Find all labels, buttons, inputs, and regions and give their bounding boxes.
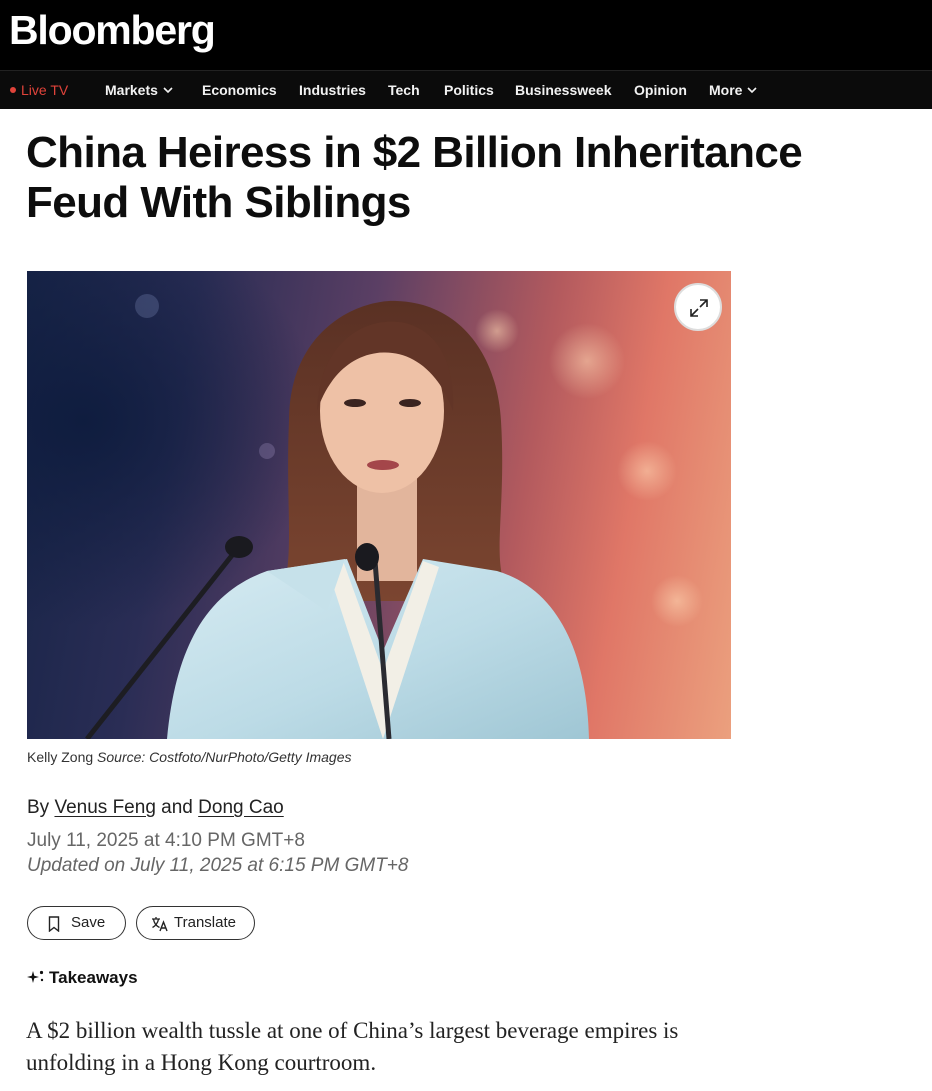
nav-industries[interactable]: Industries <box>299 71 366 110</box>
chevron-down-icon <box>163 87 173 94</box>
published-date: July 11, 2025 at 4:10 PM GMT+8 <box>27 830 305 851</box>
site-header: Bloomberg <box>0 0 932 70</box>
image-caption: Kelly Zong Source: Costfoto/NurPhoto/Get… <box>27 749 352 765</box>
headline-line-2: Feud With Siblings <box>26 178 411 227</box>
nav-politics[interactable]: Politics <box>444 71 494 110</box>
live-dot-icon <box>10 87 16 93</box>
author-link-dong-cao[interactable]: Dong Cao <box>198 797 284 818</box>
translate-button[interactable]: Translate <box>136 906 255 940</box>
expand-image-button[interactable] <box>674 283 722 331</box>
caption-source: Source: Costfoto/NurPhoto/Getty Images <box>97 749 352 765</box>
main-nav: Live TV Markets Economics Industries Tec… <box>0 70 932 109</box>
article-headline: China Heiress in $2 Billion Inheritance … <box>26 128 916 228</box>
bookmark-icon <box>48 916 60 932</box>
article-hero-image[interactable] <box>27 271 731 739</box>
nav-economics[interactable]: Economics <box>202 71 277 110</box>
nav-tech[interactable]: Tech <box>388 71 420 110</box>
article-summary: A $2 billion wealth tussle at one of Chi… <box>26 1018 679 1075</box>
takeaways-heading[interactable]: Takeaways <box>27 968 138 988</box>
nav-opinion[interactable]: Opinion <box>634 71 687 110</box>
author-link-venus-feng[interactable]: Venus Feng <box>54 797 155 818</box>
caption-name: Kelly Zong <box>27 749 94 765</box>
translate-icon <box>152 917 168 932</box>
save-button[interactable]: Save <box>27 906 126 940</box>
nav-more[interactable]: More <box>709 71 758 110</box>
headline-line-1: China Heiress in $2 Billion Inheritance <box>26 128 803 177</box>
nav-markets[interactable]: Markets <box>105 71 173 110</box>
updated-date: Updated on July 11, 2025 at 6:15 PM GMT+… <box>27 855 409 876</box>
chevron-down-icon <box>747 87 758 94</box>
nav-live-tv[interactable]: Live TV <box>10 71 68 110</box>
hero-photo-illustration <box>85 294 703 739</box>
expand-icon <box>690 299 708 317</box>
byline: By Venus Feng and Dong Cao <box>27 797 284 818</box>
nav-businessweek[interactable]: Businessweek <box>515 71 612 110</box>
sparkle-icon <box>27 970 44 983</box>
bloomberg-logo[interactable]: Bloomberg <box>9 6 216 54</box>
